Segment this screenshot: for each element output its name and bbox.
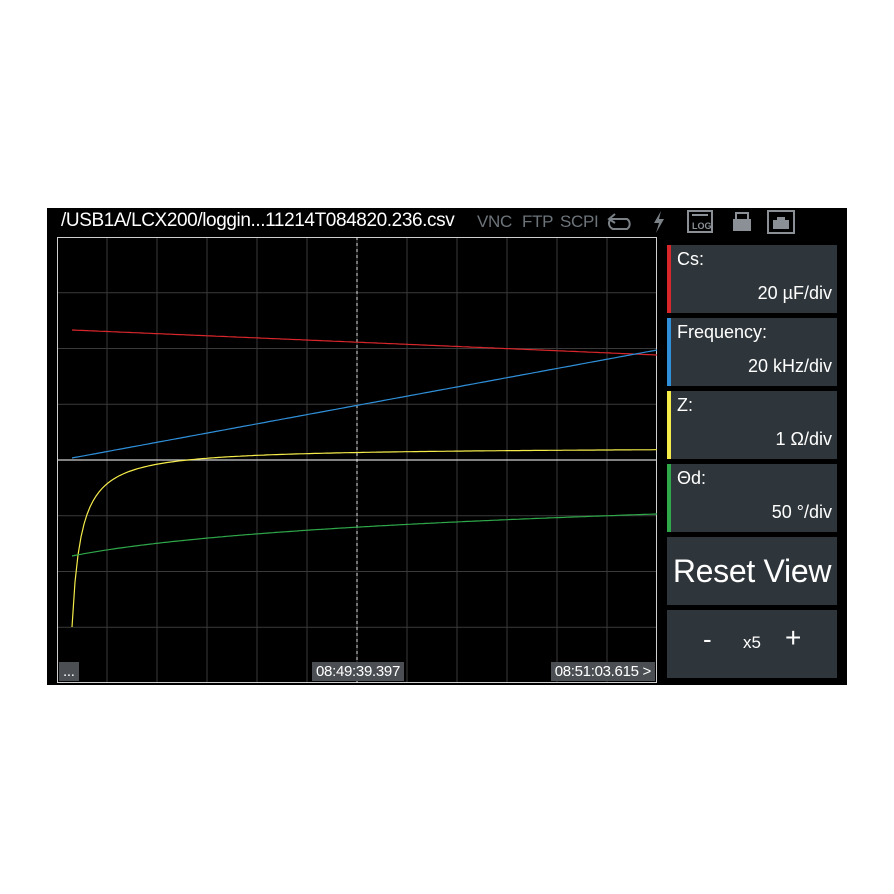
theta-color-bar (667, 464, 671, 532)
refresh-icon (607, 213, 631, 230)
title-bar: /USB1A/LCX200/loggin...11214T084820.236.… (47, 208, 847, 236)
tile-value: 20 kHz/div (747, 356, 832, 376)
svg-text:LOG: LOG (692, 221, 712, 231)
scale-tile-cs[interactable]: Cs: 20 µF/div (667, 245, 837, 313)
tile-label: Θd: (677, 468, 707, 488)
scpi-status: SCPI (560, 212, 599, 231)
ethernet-icon (767, 210, 795, 234)
tile-label: Frequency: (677, 322, 768, 342)
scale-tile-theta[interactable]: Θd: 50 °/div (667, 464, 837, 532)
tile-label: Cs: (677, 249, 704, 269)
tile-value: 50 °/div (771, 502, 832, 522)
vnc-status: VNC (477, 212, 512, 231)
ftp-status: FTP (522, 212, 554, 231)
frequency-color-bar (667, 318, 671, 386)
scale-tile-z[interactable]: Z: 1 Ω/div (667, 391, 837, 459)
z-color-bar (667, 391, 671, 459)
tile-value: 20 µF/div (757, 283, 832, 303)
instrument-screen: /USB1A/LCX200/loggin...11214T084820.236.… (47, 208, 847, 685)
zoom-control: - x5 + (667, 610, 837, 678)
cursor-time-label: 08:49:39.397 (312, 662, 404, 681)
file-path: /USB1A/LCX200/loggin...11214T084820.236.… (61, 210, 455, 231)
zoom-in-button[interactable]: + (785, 622, 801, 654)
plot-area[interactable]: ... 08:49:39.397 08:51:03.615 > (57, 237, 657, 683)
end-time-button[interactable]: 08:51:03.615 > (550, 662, 655, 681)
log-icon: LOG (687, 210, 713, 233)
trace-chart[interactable] (57, 237, 657, 683)
menu-button[interactable]: ... (59, 662, 79, 681)
z-trace (71, 449, 657, 628)
zoom-out-button[interactable]: - (703, 624, 712, 655)
reset-view-button[interactable]: Reset View (667, 537, 837, 605)
zoom-factor: x5 (743, 633, 761, 652)
cs-trace (71, 329, 657, 356)
tile-value: 1 Ω/div (775, 429, 832, 449)
tile-label: Z: (677, 395, 693, 415)
cs-color-bar (667, 245, 671, 313)
lightning-icon (654, 211, 664, 233)
scale-tile-frequency[interactable]: Frequency: 20 kHz/div (667, 318, 837, 386)
theta-trace (71, 513, 657, 557)
usb-drive-icon (733, 212, 751, 231)
